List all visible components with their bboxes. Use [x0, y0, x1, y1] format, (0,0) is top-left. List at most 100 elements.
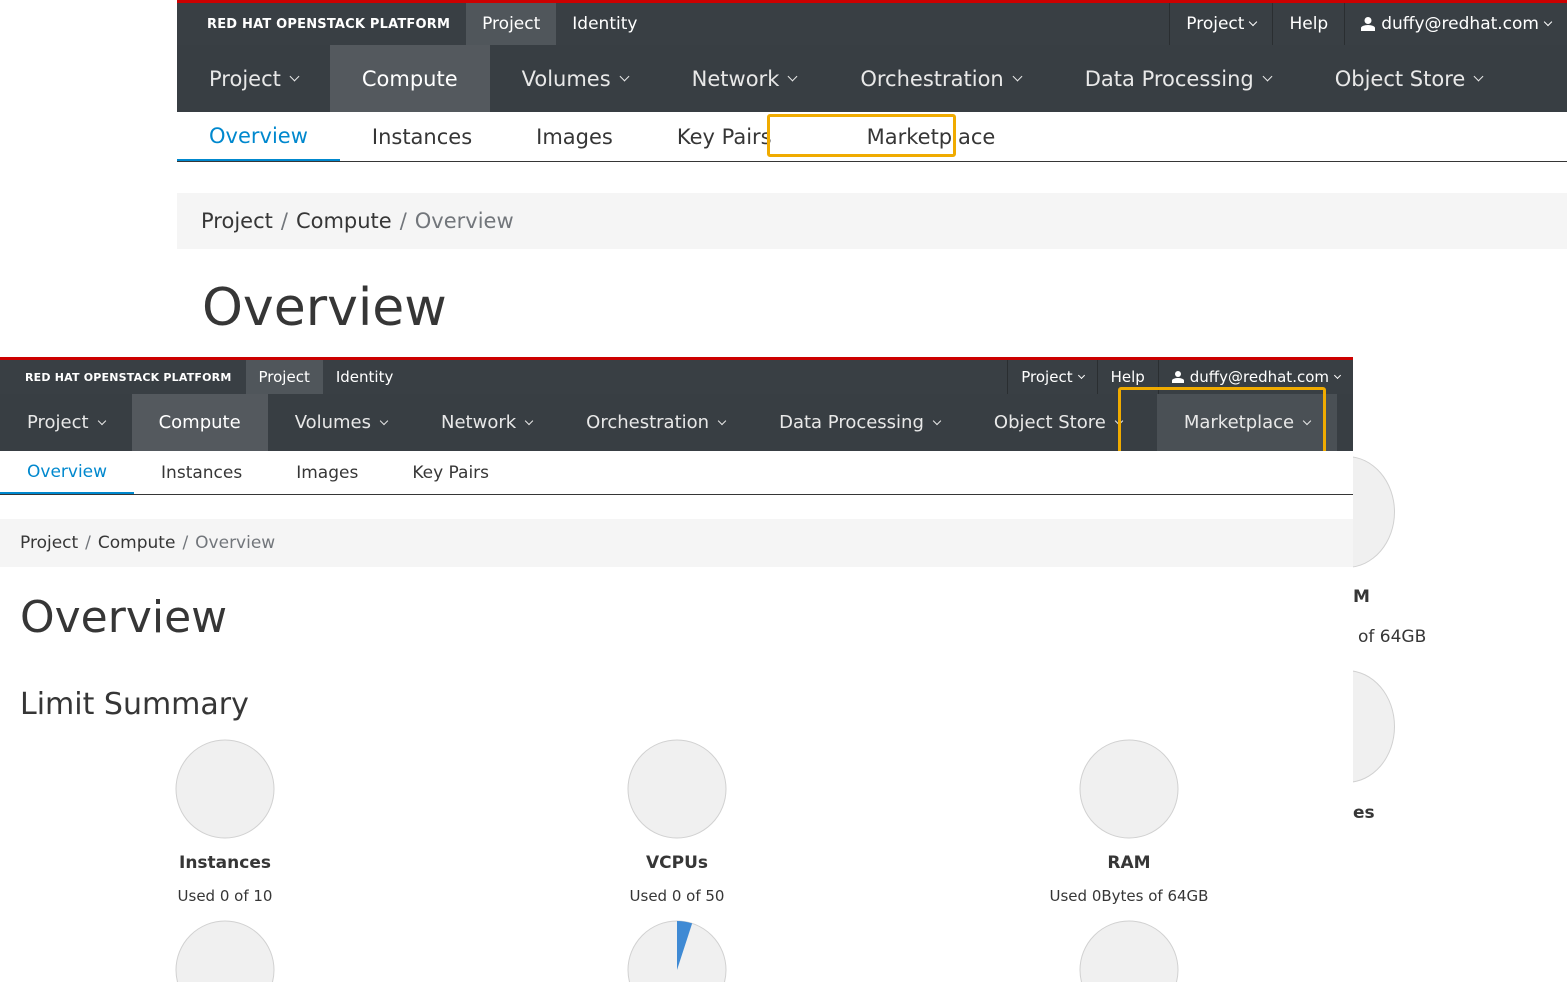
- bg-gauge-used-ram: of 64GB: [1358, 627, 1427, 647]
- nav-object-store[interactable]: Object Store: [967, 394, 1149, 451]
- subtab-key-pairs[interactable]: Key Pairs: [385, 451, 516, 494]
- bg-brand-logo: RED HAT OPENSTACK PLATFORM: [207, 16, 451, 32]
- pie-chart: [627, 920, 727, 982]
- bg-help-link[interactable]: Help: [1272, 3, 1344, 45]
- nav-orchestration[interactable]: Orchestration: [559, 394, 752, 451]
- pie-chart: [627, 739, 727, 839]
- bg-nav-data-processing-label: Data Processing: [1084, 66, 1254, 91]
- bg-project-dropdown[interactable]: Project: [1169, 3, 1272, 45]
- gauge-vcpus: VCPUs Used 0 of 50: [597, 739, 757, 905]
- nav-data-processing[interactable]: Data Processing: [752, 394, 967, 451]
- nav-orchestration-label: Orchestration: [586, 412, 710, 433]
- chevron-down-icon: [1114, 416, 1124, 425]
- bg-nav-volumes-label: Volumes: [521, 66, 611, 91]
- bg-nav-project[interactable]: Project: [177, 45, 330, 112]
- nav-marketplace[interactable]: Marketplace: [1156, 394, 1338, 451]
- bg-tab-identity[interactable]: Identity: [556, 3, 653, 45]
- bg-nav-volumes[interactable]: Volumes: [490, 45, 660, 112]
- page-title: Overview: [20, 592, 228, 643]
- subtab-images[interactable]: Images: [269, 451, 385, 494]
- bg-top-bar: RED HAT OPENSTACK PLATFORM Project Ident…: [177, 0, 1567, 45]
- chevron-down-icon: [97, 416, 106, 425]
- bg-tab-project[interactable]: Project: [466, 3, 557, 45]
- crumb-overview: Overview: [195, 533, 276, 553]
- project-dropdown[interactable]: Project: [1007, 360, 1096, 394]
- tab-identity[interactable]: Identity: [323, 360, 407, 394]
- subtab-instances[interactable]: Instances: [134, 451, 269, 494]
- project-dropdown-label: Project: [1021, 368, 1073, 386]
- nav-project[interactable]: Project: [0, 394, 132, 451]
- chevron-down-icon: [524, 416, 534, 425]
- nav-volumes-label: Volumes: [294, 412, 372, 433]
- bg-main-nav: Project Compute Volumes Network Orchestr…: [177, 45, 1567, 112]
- chevron-down-icon: [1262, 71, 1273, 82]
- pie-chart: [1079, 920, 1179, 982]
- bg-breadcrumb: Project / Compute / Overview: [177, 193, 1567, 249]
- bg-subtab-images[interactable]: Images: [504, 112, 645, 161]
- bg-nav-object-store-label: Object Store: [1334, 66, 1466, 91]
- chevron-down-icon: [717, 416, 727, 425]
- bg-sub-nav: Overview Instances Images Key Pairs Mark…: [177, 112, 1567, 162]
- crumb-project[interactable]: Project: [20, 533, 78, 553]
- nav-volumes[interactable]: Volumes: [268, 394, 414, 451]
- bg-nav-network[interactable]: Network: [660, 45, 829, 112]
- bg-nav-compute[interactable]: Compute: [329, 45, 490, 112]
- help-link[interactable]: Help: [1096, 360, 1158, 394]
- user-menu[interactable]: duffy@redhat.com: [1157, 360, 1353, 394]
- subtab-overview[interactable]: Overview: [0, 451, 135, 494]
- chevron-down-icon: [379, 416, 389, 425]
- crumb-compute[interactable]: Compute: [98, 533, 176, 553]
- tab-project[interactable]: Project: [245, 360, 323, 394]
- sub-nav: Overview Instances Images Key Pairs: [0, 451, 1353, 495]
- chevron-down-icon: [1302, 416, 1312, 425]
- main-nav: Project Compute Volumes Network Orchestr…: [0, 394, 1353, 451]
- nav-project-label: Project: [27, 412, 89, 433]
- bg-crumb-sep: /: [399, 209, 407, 233]
- bg-crumb-overview: Overview: [414, 209, 514, 233]
- bg-crumb-project[interactable]: Project: [201, 209, 273, 233]
- bg-user-name: duffy@redhat.com: [1381, 14, 1539, 34]
- gauge-instances: Instances Used 0 of 10: [145, 739, 305, 905]
- bg-nav-compute-label: Compute: [361, 66, 458, 91]
- bg-crumb-compute[interactable]: Compute: [296, 209, 392, 233]
- bg-nav-object-store[interactable]: Object Store: [1303, 45, 1515, 112]
- bg-user-menu[interactable]: duffy@redhat.com: [1344, 3, 1567, 45]
- pie-chart: [175, 739, 275, 839]
- nav-network[interactable]: Network: [414, 394, 559, 451]
- nav-data-processing-label: Data Processing: [779, 412, 924, 433]
- bg-page-title: Overview: [202, 278, 447, 338]
- chevron-down-icon: [1473, 71, 1484, 82]
- bg-nav-orchestration-label: Orchestration: [860, 66, 1004, 91]
- pie-chart: [1079, 739, 1179, 839]
- bg-nav-data-processing[interactable]: Data Processing: [1053, 45, 1303, 112]
- chevron-down-icon: [1077, 371, 1085, 380]
- pie-chart: [175, 920, 275, 982]
- brand-logo: RED HAT OPENSTACK PLATFORM: [25, 370, 232, 384]
- breadcrumb: Project / Compute / Overview: [0, 519, 1353, 567]
- chevron-down-icon: [1543, 17, 1553, 27]
- nav-compute-label: Compute: [158, 412, 241, 433]
- chevron-down-icon: [1012, 71, 1023, 82]
- crumb-sep: /: [182, 533, 189, 553]
- bg-subtab-marketplace[interactable]: Marketplace: [804, 112, 996, 161]
- gauge-row2-3: [1049, 920, 1209, 982]
- chevron-down-icon: [619, 71, 630, 82]
- gauge-name: VCPUs: [645, 853, 708, 873]
- gauge-used: Used 0 of 10: [177, 887, 273, 905]
- bg-help-label: Help: [1289, 14, 1329, 34]
- gauge-row2-1: [145, 920, 305, 982]
- front-screenshot: RED HAT OPENSTACK PLATFORM Project Ident…: [0, 357, 1353, 982]
- bg-nav-orchestration[interactable]: Orchestration: [828, 45, 1052, 112]
- chevron-down-icon: [932, 416, 942, 425]
- bg-subtab-key-pairs[interactable]: Key Pairs: [645, 112, 804, 161]
- top-bar: RED HAT OPENSTACK PLATFORM Project Ident…: [0, 357, 1353, 394]
- bg-subtab-instances[interactable]: Instances: [340, 112, 504, 161]
- chevron-down-icon: [289, 71, 300, 82]
- chevron-down-icon: [1333, 371, 1342, 380]
- bg-subtab-overview[interactable]: Overview: [177, 112, 340, 161]
- chevron-down-icon: [1249, 17, 1258, 27]
- gauge-row2-2: [597, 920, 757, 982]
- nav-compute[interactable]: Compute: [131, 394, 268, 451]
- gauge-name: RAM: [1107, 853, 1151, 873]
- user-icon: [1361, 17, 1376, 31]
